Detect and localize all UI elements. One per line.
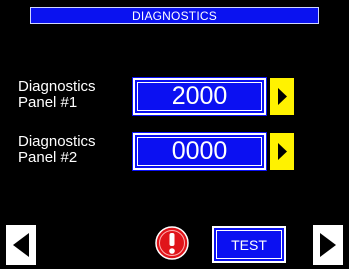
title-bar: DIAGNOSTICS [30,7,319,24]
panel-2-label-line1: Diagnostics [18,133,96,150]
test-button-label: TEST [231,236,267,253]
play-right-icon [278,143,287,160]
triangle-right-icon [320,233,336,257]
panel-1-arrow-button[interactable] [270,78,294,115]
test-button[interactable]: TEST [212,226,286,263]
previous-page-button[interactable] [6,225,36,265]
panel-1-value-field[interactable]: 2000 [132,77,267,116]
panel-2-arrow-button[interactable] [270,133,294,170]
panel-1-label: Diagnostics Panel #1 [18,79,96,111]
panel-1-label-line2: Panel #1 [18,94,78,111]
next-page-button[interactable] [313,225,343,265]
play-right-icon [278,88,287,105]
triangle-left-icon [13,233,29,257]
panel-2-label-line2: Panel #2 [18,149,78,166]
panel-2-value: 0000 [171,137,228,165]
exclamation-alert-icon[interactable] [155,226,189,260]
panel-1-label-line1: Diagnostics [18,78,96,95]
panel-2-label: Diagnostics Panel #2 [18,134,96,166]
panel-1-value: 2000 [171,82,228,110]
page-title: DIAGNOSTICS [132,8,217,23]
panel-2-value-field[interactable]: 0000 [132,132,267,171]
